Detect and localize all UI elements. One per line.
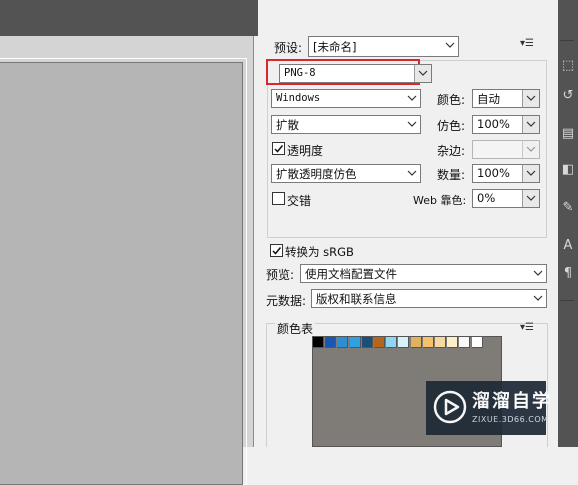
chevron-down-icon — [404, 116, 420, 133]
paragraph-icon[interactable]: ¶ — [560, 266, 576, 282]
watermark-subtitle: ZIXUE.3D66.COM — [472, 415, 549, 424]
watermark-title: 溜溜自学 — [472, 391, 552, 412]
chevron-down-icon — [522, 190, 539, 207]
transparency-checkbox[interactable] — [272, 142, 285, 155]
top-dark-strip — [0, 0, 258, 36]
interlaced-checkbox[interactable] — [272, 192, 285, 205]
palette-select[interactable]: Windows — [271, 89, 421, 108]
brush-icon[interactable]: ✎ — [560, 200, 576, 216]
tool-icon[interactable]: ⬚ — [560, 58, 576, 74]
palette-value: Windows — [276, 92, 321, 104]
chevron-down-icon — [442, 37, 458, 56]
color-swatch[interactable] — [313, 337, 324, 348]
preset-label: 预设: — [274, 41, 303, 55]
amount-combo[interactable]: 100% — [472, 164, 540, 183]
colors-label: 颜色: — [437, 93, 466, 107]
colors-combo[interactable]: 自动 — [472, 89, 540, 108]
metadata-value: 版权和联系信息 — [316, 292, 397, 306]
watermark-badge: 溜溜自学 ZIXUE.3D66.COM — [426, 381, 550, 435]
preview-canvas — [0, 62, 243, 485]
preview-label: 预览: — [266, 268, 295, 282]
color-swatch[interactable] — [410, 337, 422, 348]
dither-label: 仿色: — [437, 119, 466, 133]
chevron-down-icon — [530, 265, 546, 282]
format-select[interactable]: PNG-8 — [279, 64, 432, 83]
dither-algorithm-value: 扩散 — [276, 118, 299, 132]
preview-select[interactable]: 使用文档配置文件 — [300, 264, 547, 283]
color-swatch[interactable] — [471, 337, 483, 348]
format-value: PNG-8 — [284, 67, 316, 79]
preset-select[interactable]: [未命名] — [308, 36, 459, 57]
web-snap-combo[interactable]: 0% — [472, 189, 540, 208]
transparency-label: 透明度 — [287, 144, 324, 158]
interlaced-label: 交错 — [287, 194, 312, 208]
color-swatch[interactable] — [447, 337, 459, 348]
chevron-down-icon — [522, 141, 539, 158]
dither-algorithm-select[interactable]: 扩散 — [271, 115, 421, 134]
color-swatch[interactable] — [337, 337, 349, 348]
image-preview-area[interactable] — [0, 36, 254, 485]
matte-label: 杂边: — [437, 144, 466, 158]
matte-combo[interactable] — [472, 140, 540, 159]
color-table-title: 颜色表 — [275, 320, 316, 337]
color-swatch[interactable] — [386, 337, 398, 348]
chevron-down-icon — [404, 90, 420, 107]
colors-value: 自动 — [477, 92, 500, 106]
web-snap-value: 0% — [477, 191, 496, 205]
convert-srgb-checkbox[interactable] — [270, 244, 283, 257]
chevron-down-icon — [530, 290, 546, 307]
play-logo-icon — [432, 389, 468, 425]
metadata-select[interactable]: 版权和联系信息 — [311, 289, 547, 308]
preset-value: [未命名] — [313, 40, 357, 54]
metadata-label: 元数据: — [266, 294, 307, 308]
chevron-down-icon — [522, 90, 539, 107]
chevron-down-icon — [414, 65, 431, 82]
color-swatch[interactable] — [374, 337, 385, 348]
dither-value: 100% — [477, 117, 510, 131]
color-swatch[interactable] — [325, 337, 337, 348]
checkmark-icon — [272, 247, 282, 255]
history-icon[interactable]: ↺ — [560, 88, 576, 104]
amount-label: 数量: — [437, 168, 466, 182]
color-swatch[interactable] — [361, 337, 373, 348]
checkmark-icon — [274, 145, 284, 153]
color-swatch[interactable] — [398, 337, 410, 348]
color-swatch[interactable] — [349, 337, 361, 348]
panel-menu-icon[interactable]: ▾☰ — [520, 38, 534, 49]
layers-icon[interactable]: ▤ — [560, 126, 576, 142]
convert-srgb-label: 转换为 sRGB — [285, 245, 354, 259]
chevron-down-icon — [522, 116, 539, 133]
web-snap-label: Web 靠色: — [413, 194, 467, 207]
amount-value: 100% — [477, 166, 510, 180]
transparency-dither-select[interactable]: 扩散透明度仿色 — [271, 164, 421, 183]
preview-value: 使用文档配置文件 — [305, 267, 397, 281]
adjust-icon[interactable]: ◧ — [560, 162, 576, 178]
dither-combo[interactable]: 100% — [472, 115, 540, 134]
color-table-menu-icon[interactable]: ▾☰ — [520, 322, 534, 333]
color-swatch[interactable] — [435, 337, 446, 348]
color-swatch[interactable] — [459, 337, 471, 348]
transparency-dither-value: 扩散透明度仿色 — [276, 167, 357, 181]
chevron-down-icon — [404, 165, 420, 182]
color-swatch[interactable] — [422, 337, 434, 348]
text-tool-icon[interactable]: A — [560, 238, 576, 254]
chevron-down-icon — [522, 165, 539, 182]
